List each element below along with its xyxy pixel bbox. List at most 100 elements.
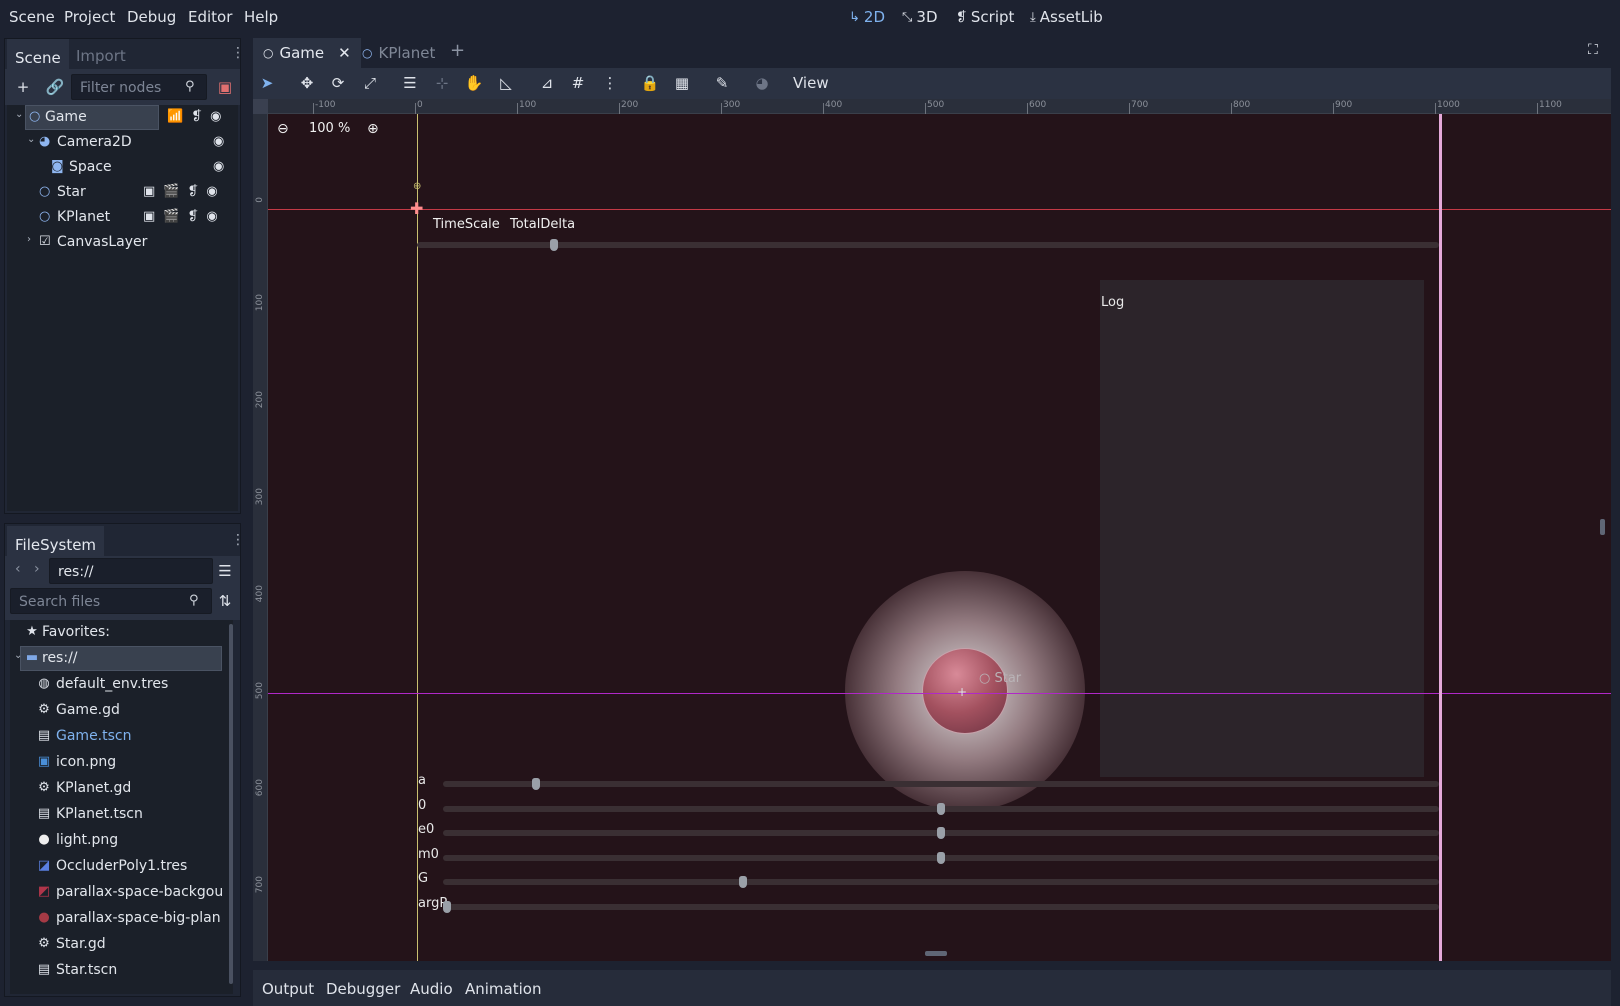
script-scene-icon[interactable]: ▣ <box>213 75 237 99</box>
workspace-3d-button[interactable]: ⤡ 3D <box>902 8 938 26</box>
chevron-down-icon[interactable]: ⌄ <box>27 134 35 145</box>
link-icon[interactable]: 🔗 <box>43 75 67 99</box>
search-files-input[interactable]: Search files <box>10 588 212 614</box>
move-tool-icon[interactable]: ✥ <box>295 71 319 95</box>
path-input[interactable]: res:// <box>49 558 213 584</box>
fs-item[interactable]: ▤ KPlanet.tscn <box>36 802 236 827</box>
visibility-eye-icon[interactable]: ◉ <box>206 184 217 199</box>
visibility-eye-icon[interactable]: ◉ <box>206 209 217 224</box>
list-select-icon[interactable]: ☰ <box>398 71 422 95</box>
tab-animation[interactable]: Animation <box>465 980 541 998</box>
tree-row-space[interactable]: ◙ Space ◉ <box>7 155 232 180</box>
tab-filesystem[interactable]: FileSystem <box>7 526 105 556</box>
tab-import[interactable]: Import <box>68 39 134 69</box>
tab-game[interactable]: ○ Game ✕ <box>253 38 361 68</box>
signal-icon[interactable]: 📶 <box>167 109 183 124</box>
new-tab-icon[interactable]: + <box>450 40 465 61</box>
sort-icon[interactable]: ⇅ <box>213 589 237 613</box>
tab-kplanet[interactable]: ○ KPlanet <box>352 38 445 68</box>
fs-item-res-root[interactable]: ▬ res:// <box>24 646 224 671</box>
fs-item[interactable]: ● light.png <box>36 828 236 853</box>
fs-item[interactable]: ⚙ Star.gd <box>36 932 236 957</box>
tree-row-kplanet[interactable]: ○ KPlanet ▣ 🎬 ❡ ◉ <box>7 205 232 230</box>
menu-scene[interactable]: Scene <box>9 8 55 26</box>
tab-audio[interactable]: Audio <box>410 980 453 998</box>
fs-item[interactable]: ◪ OccluderPoly1.tres <box>36 854 236 879</box>
menu-editor[interactable]: Editor <box>188 8 232 26</box>
tree-row-game[interactable]: ⌄ ○ Game 📶 ❡ ◉ <box>7 105 232 130</box>
tree-row-camera2d[interactable]: ⌄ ◕ Camera2D ◉ <box>7 130 232 155</box>
script-icon[interactable]: ❡ <box>187 184 198 199</box>
workspace-assetlib-button[interactable]: ⤓ AssetLib <box>1030 8 1103 26</box>
fs-item-favorites[interactable]: ★ Favorites: <box>24 620 224 645</box>
tab-debugger[interactable]: Debugger <box>326 980 400 998</box>
add-node-button[interactable]: + <box>11 75 35 99</box>
pan-tool-icon[interactable]: ✋ <box>462 71 486 95</box>
select-tool-icon[interactable]: ➤ <box>255 71 279 95</box>
view-menu[interactable]: View <box>793 74 829 92</box>
close-icon[interactable]: ✕ <box>338 44 351 62</box>
forward-icon[interactable]: › <box>34 561 40 577</box>
smart-snap-icon[interactable]: ⊿ <box>535 71 559 95</box>
back-icon[interactable]: ‹ <box>15 561 21 577</box>
camera-icon[interactable]: ◕ <box>750 71 774 95</box>
fs-item[interactable]: ⚙ Game.gd <box>36 698 236 723</box>
fs-item[interactable]: ◍ default_env.tres <box>36 672 236 697</box>
fs-item[interactable]: ⚙ KPlanet.gd <box>36 776 236 801</box>
workspace-2d-button[interactable]: ↳ 2D <box>849 8 885 26</box>
zoom-in-icon[interactable]: ⊕ <box>367 121 379 137</box>
chevron-down-icon[interactable]: ⌄ <box>15 109 23 120</box>
more-options-icon[interactable]: ⋮ <box>598 71 622 95</box>
menu-project[interactable]: Project <box>64 8 115 26</box>
slider-knob-e0[interactable] <box>937 827 945 839</box>
fs-item[interactable]: ◩ parallax-space-backgou <box>36 880 236 905</box>
scale-tool-icon[interactable]: ⤢ <box>358 71 382 95</box>
ruler-tool-icon[interactable]: ◺ <box>494 71 518 95</box>
slider-argP[interactable] <box>443 903 1439 910</box>
zoom-level[interactable]: 100 % <box>309 121 350 136</box>
menu-help[interactable]: Help <box>244 8 278 26</box>
lock-icon[interactable]: 🔒 <box>638 71 662 95</box>
rotate-tool-icon[interactable]: ⟳ <box>326 71 350 95</box>
timescale-slider[interactable] <box>417 242 1439 248</box>
slider-knob-a[interactable] <box>531 778 540 790</box>
tree-row-canvaslayer[interactable]: › ☑ CanvasLayer <box>7 230 232 255</box>
menu-debug[interactable]: Debug <box>127 8 176 26</box>
timescale-slider-knob[interactable] <box>549 239 558 251</box>
group-icon[interactable]: ▦ <box>670 71 694 95</box>
canvas-viewport[interactable]: Log ✚ ⊕ TimeScale TotalDelta ○ Star + a 0… <box>253 99 1611 961</box>
tree-row-star[interactable]: ○ Star ▣ 🎬 ❡ ◉ <box>7 180 232 205</box>
slider-knob-G[interactable] <box>739 876 748 888</box>
open-scene-icon[interactable]: 🎬 <box>163 184 179 199</box>
dock-menu-icon[interactable]: ⋮ <box>231 532 245 548</box>
vertical-scrollbar[interactable] <box>1600 519 1605 535</box>
pivot-tool-icon[interactable]: ⊹ <box>430 71 454 95</box>
slider-knob-m0[interactable] <box>937 851 945 864</box>
workspace-script-button[interactable]: ❡ Script <box>956 8 1014 26</box>
slider-knob-argP[interactable] <box>443 900 451 913</box>
slider-a[interactable] <box>443 781 1439 787</box>
dock-menu-icon[interactable]: ⋮ <box>231 45 245 61</box>
grid-snap-icon[interactable]: # <box>566 71 590 95</box>
slider-knob-0[interactable] <box>937 802 945 815</box>
script-icon[interactable]: ❡ <box>191 109 202 124</box>
visibility-eye-icon[interactable]: ◉ <box>210 109 221 124</box>
tab-output[interactable]: Output <box>262 980 314 998</box>
fs-item[interactable]: ▤ Game.tscn <box>36 724 236 749</box>
fullscreen-icon[interactable]: ⛶ <box>1588 42 1598 58</box>
script-icon[interactable]: ❡ <box>187 209 198 224</box>
fs-item[interactable]: ▤ Star.tscn <box>36 958 236 983</box>
chevron-down-icon[interactable]: ⌄ <box>14 650 22 661</box>
fs-item[interactable]: ● parallax-space-big-plan <box>36 906 236 931</box>
split-mode-icon[interactable]: ☰ <box>213 559 237 583</box>
slider-G[interactable] <box>443 879 1439 885</box>
visibility-eye-icon[interactable]: ◉ <box>213 134 224 149</box>
visibility-eye-icon[interactable]: ◉ <box>213 159 224 174</box>
tab-scene[interactable]: Scene <box>7 39 69 69</box>
fs-item[interactable]: ▣ icon.png <box>36 750 236 775</box>
group-icon[interactable]: ▣ <box>143 209 155 224</box>
open-scene-icon[interactable]: 🎬 <box>163 209 179 224</box>
group-icon[interactable]: ▣ <box>143 184 155 199</box>
zoom-out-icon[interactable]: ⊖ <box>277 121 289 137</box>
skeleton-icon[interactable]: ✎ <box>710 71 734 95</box>
